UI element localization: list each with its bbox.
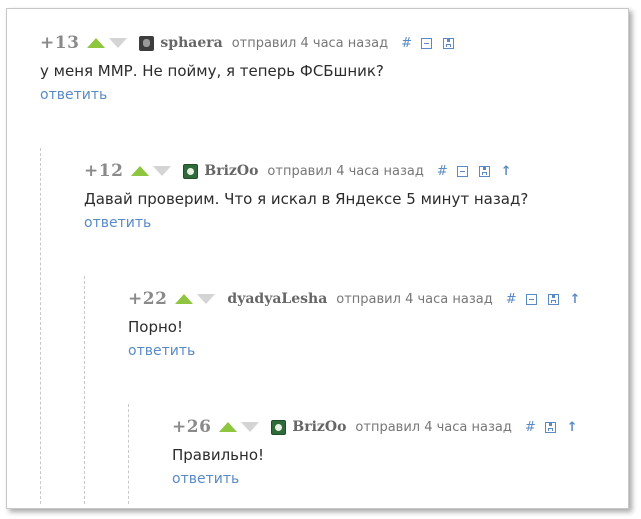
permalink-icon[interactable]: #: [437, 164, 448, 179]
comment-rating: +26: [172, 417, 212, 437]
collapse-icon[interactable]: [421, 37, 433, 49]
comment-header: +12 BrizOo отправил 4 часа назад # ↑: [84, 160, 528, 182]
comment: +22 dyadyaLesha отправил 4 часа назад # …: [128, 288, 581, 359]
permalink-icon[interactable]: #: [525, 420, 536, 435]
thread-line: [128, 404, 129, 504]
vote-down-icon[interactable]: [197, 294, 216, 304]
comment-timestamp: отправил 4 часа назад: [267, 163, 424, 179]
comment-text: Правильно!: [172, 446, 265, 464]
vote-down-icon[interactable]: [153, 166, 172, 176]
avatar[interactable]: [183, 163, 199, 179]
username[interactable]: sphaera: [160, 35, 222, 51]
comment-text: у меня ММР. Не пойму, я теперь ФСБшник?: [40, 62, 384, 80]
vote-up-icon[interactable]: [175, 294, 194, 304]
vote-down-icon[interactable]: [109, 38, 128, 48]
comment-actions: #: [401, 36, 465, 51]
permalink-icon[interactable]: #: [401, 36, 412, 51]
comment-thread: +13 sphaera отправил 4 часа назад # у ме…: [6, 8, 629, 509]
reply-link[interactable]: ответить: [172, 471, 239, 487]
username[interactable]: dyadyaLesha: [227, 291, 327, 307]
comment-text: Порно!: [128, 318, 183, 336]
comment-rating: +13: [40, 33, 80, 53]
save-icon[interactable]: [544, 421, 556, 433]
permalink-icon[interactable]: #: [506, 292, 517, 307]
comment-rating: +22: [128, 289, 168, 309]
parent-comment-icon[interactable]: ↑: [570, 292, 581, 307]
vote-up-icon[interactable]: [131, 166, 150, 176]
username[interactable]: BrizOo: [204, 163, 258, 179]
reply-link[interactable]: ответить: [128, 343, 195, 359]
comment: +12 BrizOo отправил 4 часа назад # ↑ Дав…: [84, 160, 528, 231]
thread-line: [84, 276, 85, 504]
avatar[interactable]: [139, 35, 155, 51]
vote-down-icon[interactable]: [241, 422, 260, 432]
collapse-icon[interactable]: [456, 165, 468, 177]
comment: +13 sphaera отправил 4 часа назад # у ме…: [40, 32, 465, 103]
comment-actions: # ↑: [506, 292, 581, 307]
collapse-icon[interactable]: [525, 293, 537, 305]
comment-timestamp: отправил 4 часа назад: [355, 419, 512, 435]
comment: +26 BrizOo отправил 4 часа назад # ↑ Пра…: [172, 416, 578, 487]
avatar[interactable]: [271, 419, 287, 435]
reply-link[interactable]: ответить: [84, 215, 151, 231]
save-icon[interactable]: [478, 165, 490, 177]
parent-comment-icon[interactable]: ↑: [567, 420, 578, 435]
vote-up-icon[interactable]: [219, 422, 238, 432]
reply-link[interactable]: ответить: [40, 87, 107, 103]
parent-comment-icon[interactable]: ↑: [501, 164, 512, 179]
comment-header: +22 dyadyaLesha отправил 4 часа назад # …: [128, 288, 581, 310]
save-icon[interactable]: [443, 37, 455, 49]
thread-line: [40, 148, 41, 504]
username[interactable]: BrizOo: [292, 419, 346, 435]
comment-header: +26 BrizOo отправил 4 часа назад # ↑: [172, 416, 578, 438]
comment-header: +13 sphaera отправил 4 часа назад #: [40, 32, 465, 54]
vote-up-icon[interactable]: [87, 38, 106, 48]
save-icon[interactable]: [547, 293, 559, 305]
comment-rating: +12: [84, 161, 124, 181]
comment-actions: # ↑: [525, 420, 578, 435]
comment-timestamp: отправил 4 часа назад: [231, 35, 389, 51]
comment-text: Давай проверим. Что я искал в Яндексе 5 …: [84, 190, 529, 208]
comment-timestamp: отправил 4 часа назад: [336, 291, 493, 307]
comment-actions: # ↑: [437, 164, 512, 179]
